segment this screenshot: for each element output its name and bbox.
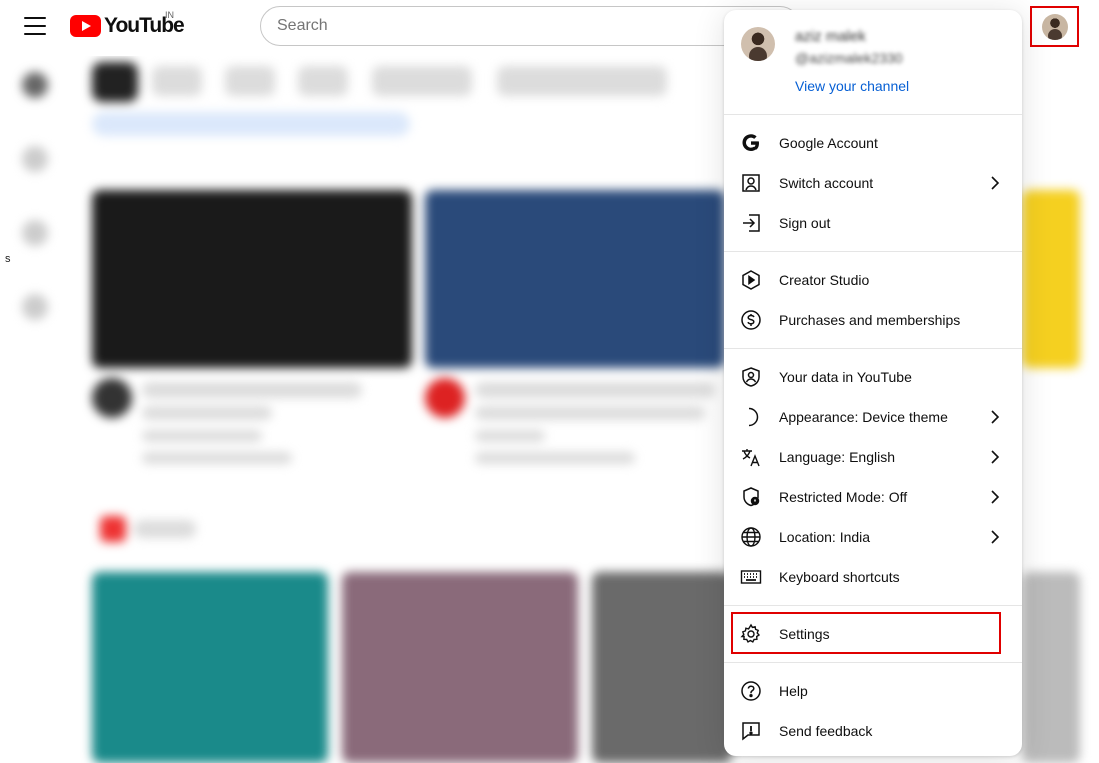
menu-item-label: Sign out (779, 215, 831, 231)
menu-item-creator-studio[interactable]: Creator Studio (724, 260, 1022, 300)
menu-item-purchases[interactable]: Purchases and memberships (724, 300, 1022, 340)
chevron-right-icon (991, 490, 1000, 504)
appearance-icon (740, 406, 762, 428)
sidebar-partial-text: s (5, 253, 11, 265)
menu-section-preferences: Your data in YouTube Appearance: Device … (724, 349, 1022, 605)
search-input[interactable]: Search (260, 6, 800, 46)
feedback-icon (740, 720, 762, 742)
menu-item-label: Appearance: Device theme (779, 409, 948, 425)
keyboard-icon (740, 566, 762, 588)
avatar (1041, 13, 1068, 40)
restricted-mode-icon (740, 486, 762, 508)
chevron-right-icon (991, 176, 1000, 190)
menu-item-label: Help (779, 683, 808, 699)
menu-item-label: Settings (779, 626, 830, 642)
menu-item-language[interactable]: Language: English (724, 437, 1022, 477)
menu-item-sign-out[interactable]: Sign out (724, 203, 1022, 243)
menu-item-send-feedback[interactable]: Send feedback (724, 711, 1022, 751)
hamburger-menu-icon[interactable] (22, 14, 48, 38)
menu-item-label: Language: English (779, 449, 895, 465)
menu-item-label: Creator Studio (779, 272, 870, 288)
menu-item-settings[interactable]: Settings (724, 614, 1022, 654)
menu-item-restricted-mode[interactable]: Restricted Mode: Off (724, 477, 1022, 517)
menu-section-help: Help Send feedback (724, 663, 1022, 756)
menu-item-label: Restricted Mode: Off (779, 489, 908, 505)
menu-item-label: Location: India (779, 529, 871, 545)
search-placeholder: Search (277, 17, 328, 34)
menu-item-your-data[interactable]: Your data in YouTube (724, 357, 1022, 397)
profile-handle: @azizmalek2330 (795, 50, 903, 66)
chevron-right-icon (991, 450, 1000, 464)
profile-header: aziz malek @azizmalek2330 View your chan… (724, 10, 1022, 114)
menu-section-account: Google Account Switch account Sign out (724, 115, 1022, 251)
globe-icon (740, 526, 762, 548)
menu-item-keyboard-shortcuts[interactable]: Keyboard shortcuts (724, 557, 1022, 597)
switch-account-icon (740, 172, 762, 194)
chevron-right-icon (991, 410, 1000, 424)
menu-item-help[interactable]: Help (724, 671, 1022, 711)
menu-item-label: Send feedback (779, 723, 873, 739)
menu-section-studio: Creator Studio Purchases and memberships (724, 252, 1022, 348)
menu-item-label: Keyboard shortcuts (779, 569, 900, 585)
account-menu: aziz malek @azizmalek2330 View your chan… (724, 10, 1022, 756)
google-icon (740, 132, 762, 154)
menu-item-label: Switch account (779, 175, 874, 191)
profile-avatar (741, 27, 775, 61)
menu-item-appearance[interactable]: Appearance: Device theme (724, 397, 1022, 437)
purchases-icon (740, 309, 762, 331)
language-icon (740, 446, 762, 468)
chevron-right-icon (991, 530, 1000, 544)
menu-item-label: Your data in YouTube (779, 369, 912, 385)
sign-out-icon (740, 212, 762, 234)
menu-item-label: Purchases and memberships (779, 312, 961, 328)
menu-section-settings: Settings (724, 606, 1022, 662)
view-channel-link[interactable]: View your channel (795, 78, 909, 94)
creator-studio-icon (740, 269, 762, 291)
gear-icon (740, 623, 762, 645)
your-data-icon (740, 366, 762, 388)
menu-item-location[interactable]: Location: India (724, 517, 1022, 557)
menu-item-google-account[interactable]: Google Account (724, 123, 1022, 163)
menu-item-switch-account[interactable]: Switch account (724, 163, 1022, 203)
account-avatar-button[interactable] (1030, 6, 1079, 47)
help-icon (740, 680, 762, 702)
country-code: IN (165, 10, 174, 20)
youtube-play-icon (70, 15, 101, 37)
menu-item-label: Google Account (779, 135, 878, 151)
profile-name: aziz malek (795, 28, 866, 45)
